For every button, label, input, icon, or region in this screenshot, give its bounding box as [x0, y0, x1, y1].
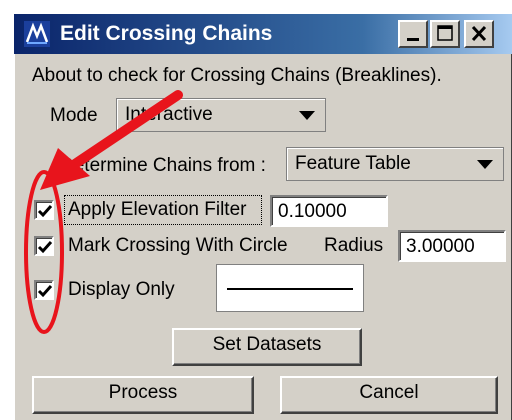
cancel-label: Cancel — [359, 382, 419, 403]
chevron-down-icon — [477, 160, 493, 169]
elevation-filter-checkbox[interactable] — [34, 200, 54, 220]
check-icon — [37, 241, 53, 254]
determine-label: Determine Chains from : — [60, 155, 266, 176]
description-text: About to check for Crossing Chains (Brea… — [32, 65, 442, 86]
display-only-label[interactable]: Display Only — [68, 278, 175, 302]
set-datasets-label: Set Datasets — [212, 334, 322, 355]
cancel-button[interactable]: Cancel — [280, 376, 498, 414]
radius-value: 3.00000 — [406, 236, 475, 257]
elevation-filter-label[interactable]: Apply Elevation Filter — [68, 198, 246, 222]
close-button[interactable] — [464, 20, 494, 48]
set-datasets-button[interactable]: Set Datasets — [172, 328, 362, 366]
radius-label: Radius — [324, 235, 384, 256]
elevation-filter-value: 0.10000 — [278, 201, 347, 222]
determine-dropdown[interactable]: Feature Table — [286, 147, 504, 181]
radius-input[interactable]: 3.00000 — [398, 230, 506, 262]
close-icon — [471, 25, 487, 42]
determine-value: Feature Table — [295, 153, 411, 174]
line-style-swatch[interactable] — [216, 264, 364, 312]
display-only-checkbox[interactable] — [34, 280, 54, 300]
check-icon — [37, 285, 53, 298]
maximize-button[interactable] — [430, 20, 460, 48]
process-button[interactable]: Process — [32, 376, 254, 414]
app-icon — [24, 21, 50, 47]
mode-value: Interactive — [125, 104, 213, 125]
minimize-button[interactable] — [398, 20, 428, 48]
window-title: Edit Crossing Chains — [60, 22, 273, 45]
mode-label: Mode — [50, 105, 98, 126]
dialog-window: Edit Crossing Chains About to check for … — [14, 14, 512, 420]
maximize-icon — [437, 25, 453, 41]
desktop-background — [0, 0, 512, 14]
minimize-icon — [407, 38, 419, 41]
title-bar[interactable]: Edit Crossing Chains — [14, 14, 512, 54]
elevation-filter-input[interactable]: 0.10000 — [270, 195, 388, 227]
mark-crossing-checkbox[interactable] — [34, 236, 54, 256]
process-label: Process — [108, 382, 178, 403]
check-icon — [37, 205, 53, 218]
mode-dropdown[interactable]: Interactive — [116, 98, 326, 132]
chevron-down-icon — [299, 111, 315, 120]
mark-crossing-label[interactable]: Mark Crossing With Circle — [68, 234, 288, 258]
line-sample — [227, 288, 353, 290]
